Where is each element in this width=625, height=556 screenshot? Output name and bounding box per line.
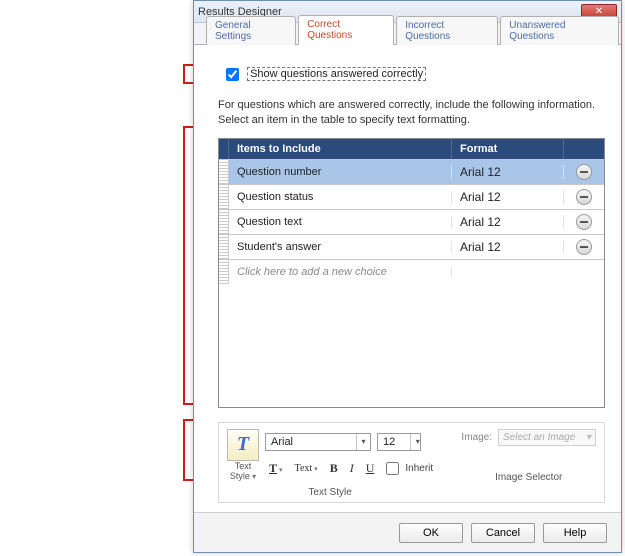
image-placeholder: Select an Image [503, 432, 575, 443]
col-items: Items to Include [229, 139, 452, 159]
row-format: Arial 12 [452, 190, 564, 204]
items-grid: Items to Include Format Question number … [218, 138, 605, 408]
text-style-icon[interactable]: T [227, 429, 259, 461]
add-row[interactable]: Click here to add a new choice [219, 259, 604, 284]
row-format: Arial 12 [452, 240, 564, 254]
italic-button[interactable]: I [346, 459, 358, 478]
description-text: For questions which are answered correct… [218, 98, 605, 128]
font-name-combo[interactable]: Arial ▾ [265, 433, 371, 451]
text-style-caption: Text Style [308, 487, 351, 498]
text-options-button[interactable]: Text [291, 461, 322, 476]
close-icon: ✕ [595, 7, 603, 17]
font-name-value: Arial [266, 434, 298, 450]
chevron-down-icon: ▾ [410, 434, 424, 450]
remove-row-button[interactable] [576, 239, 592, 255]
add-row-text: Click here to add a new choice [229, 266, 452, 278]
table-row[interactable]: Student's answer Arial 12 [219, 234, 604, 259]
image-select[interactable]: Select an Image ▾ [498, 429, 596, 446]
show-questions-label: Show questions answered correctly [247, 67, 426, 81]
text-style-dropdown[interactable]: TextStyle [230, 462, 256, 482]
dialog-footer: OK Cancel Help [194, 512, 621, 552]
inherit-checkbox-label: Inherit [382, 459, 433, 478]
remove-row-button[interactable] [576, 164, 592, 180]
row-item: Student's answer [229, 241, 452, 253]
tab-incorrect-questions[interactable]: Incorrect Questions [396, 16, 498, 45]
tab-general-settings[interactable]: General Settings [206, 16, 296, 45]
drag-handle-icon[interactable] [219, 160, 229, 184]
font-size-combo[interactable]: 12 ▾ [377, 433, 421, 451]
drag-handle-icon[interactable] [219, 235, 229, 259]
drag-handle-icon [219, 260, 229, 284]
image-selector-caption: Image Selector [495, 472, 562, 483]
tabs: General Settings Correct Questions Incor… [194, 23, 621, 45]
row-format: Arial 12 [452, 165, 564, 179]
tab-correct-questions[interactable]: Correct Questions [298, 15, 394, 45]
row-item: Question status [229, 191, 452, 203]
chevron-down-icon: ▾ [586, 432, 591, 443]
row-format: Arial 12 [452, 215, 564, 229]
help-button[interactable]: Help [543, 523, 607, 543]
table-row[interactable]: Question status Arial 12 [219, 184, 604, 209]
drag-handle-icon[interactable] [219, 185, 229, 209]
results-designer-window: Results Designer ✕ General Settings Corr… [193, 0, 622, 553]
tab-unanswered-questions[interactable]: Unanswered Questions [500, 16, 619, 45]
cancel-button[interactable]: Cancel [471, 523, 535, 543]
inherit-checkbox[interactable] [386, 462, 399, 475]
row-item: Question text [229, 216, 452, 228]
bold-button[interactable]: B [326, 459, 342, 478]
remove-row-button[interactable] [576, 214, 592, 230]
font-color-button[interactable]: T [265, 459, 287, 478]
row-item: Question number [229, 166, 452, 178]
grid-header: Items to Include Format [219, 139, 604, 159]
col-format: Format [452, 139, 564, 159]
ok-button[interactable]: OK [399, 523, 463, 543]
tab-content: Show questions answered correctly For qu… [194, 45, 621, 512]
formatting-toolbar: T TextStyle Arial ▾ 1 [218, 422, 605, 504]
image-label: Image: [461, 432, 492, 443]
show-questions-checkbox[interactable] [226, 68, 239, 81]
underline-button[interactable]: U [362, 459, 379, 478]
font-size-value: 12 [378, 434, 400, 450]
chevron-down-icon: ▾ [356, 434, 370, 450]
remove-row-button[interactable] [576, 189, 592, 205]
drag-handle-icon[interactable] [219, 210, 229, 234]
table-row[interactable]: Question text Arial 12 [219, 209, 604, 234]
table-row[interactable]: Question number Arial 12 [219, 159, 604, 184]
